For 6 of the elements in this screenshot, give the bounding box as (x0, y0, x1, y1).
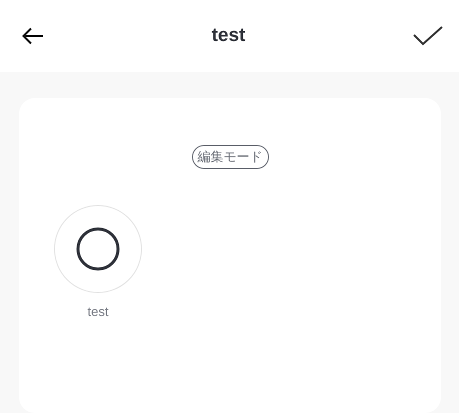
check-icon[interactable] (412, 26, 443, 46)
item-label: test (88, 303, 108, 321)
page-title: test (212, 24, 246, 48)
mode-badge: 編集モード (192, 145, 268, 169)
back-icon[interactable] (22, 27, 44, 45)
ring-icon (76, 227, 120, 271)
